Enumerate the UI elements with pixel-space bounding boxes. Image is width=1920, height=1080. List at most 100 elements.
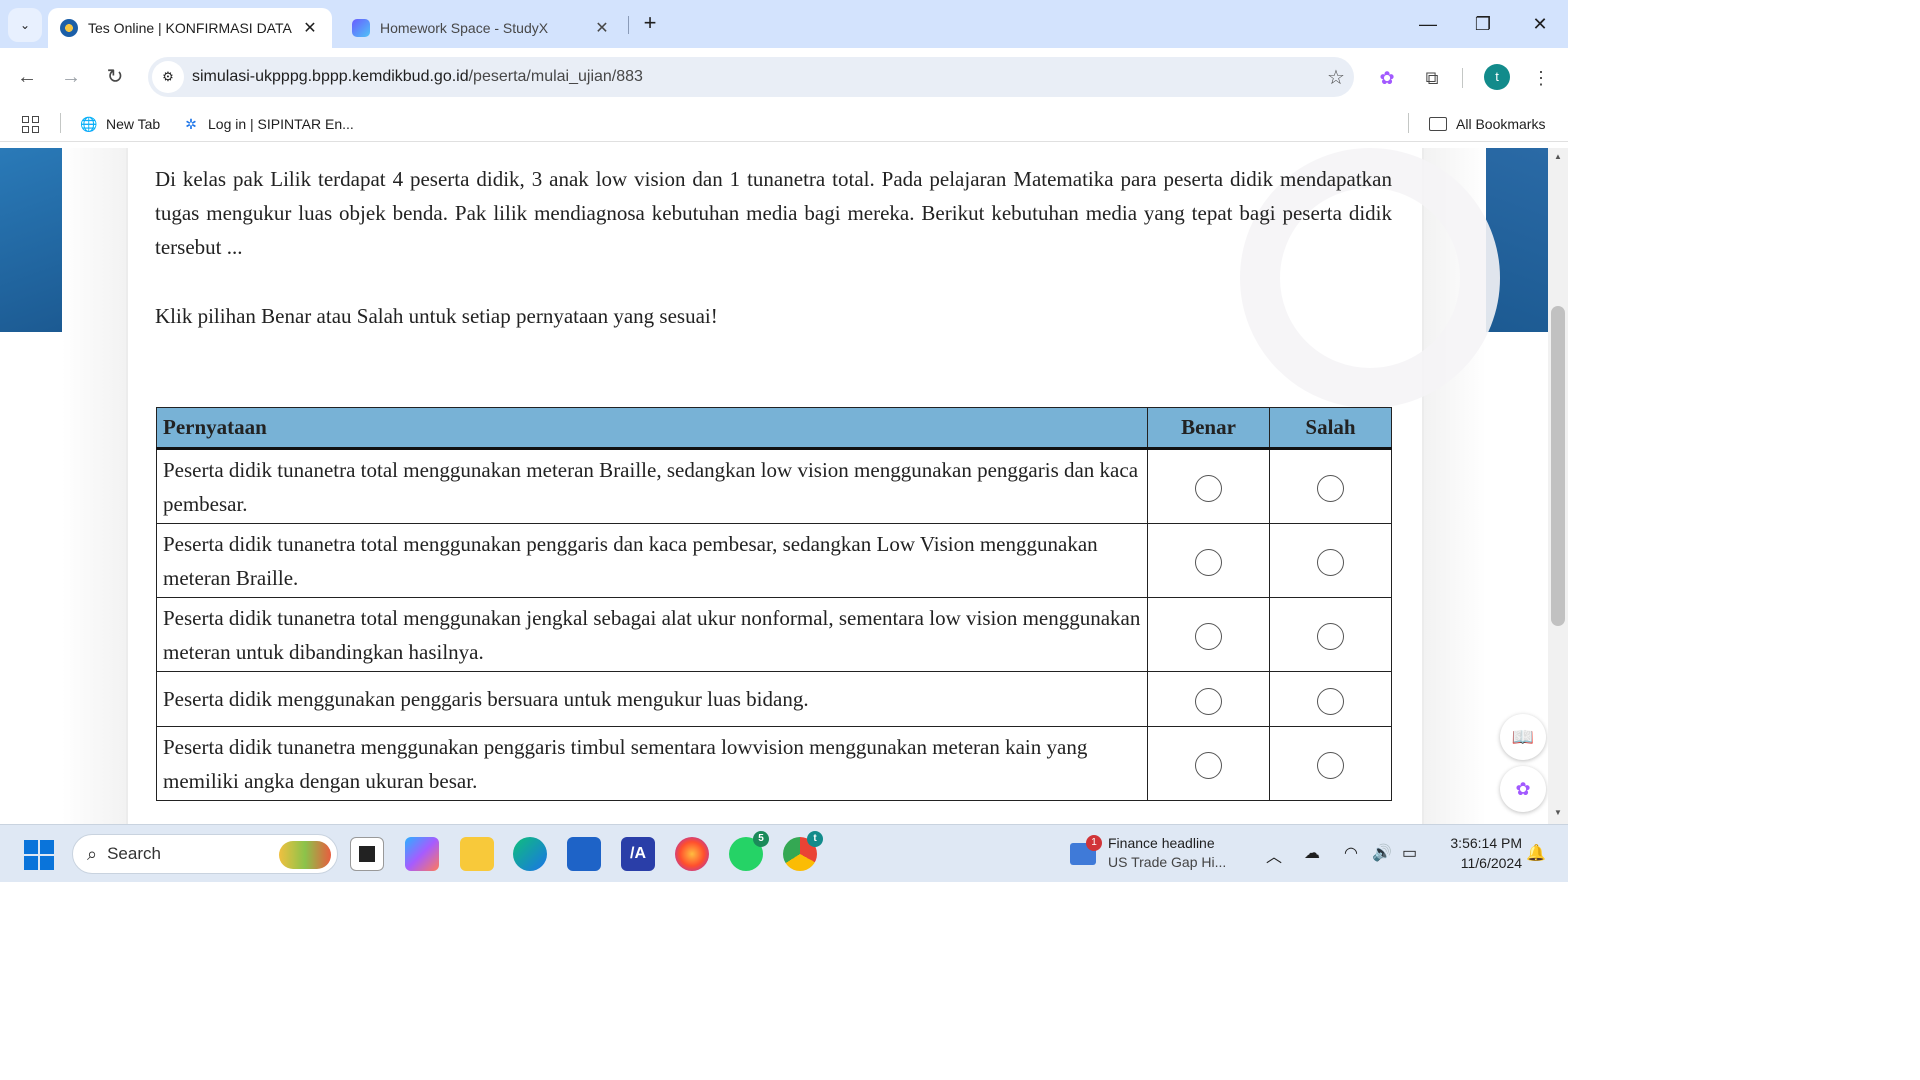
close-window-button[interactable]: ✕ [1512, 8, 1568, 40]
question-text: Di kelas pak Lilik terdapat 4 peserta di… [155, 167, 1392, 259]
instruction-text: Klik pilihan Benar atau Salah untuk seti… [155, 304, 718, 328]
chrome-icon[interactable]: t [783, 831, 823, 871]
profile-avatar[interactable]: t [1484, 64, 1510, 90]
benar-radio[interactable] [1195, 687, 1222, 715]
scrollbar-thumb[interactable] [1551, 306, 1565, 626]
statement-text: Peserta didik tunanetra menggunakan peng… [156, 726, 1148, 801]
apps-grid-icon[interactable] [22, 113, 39, 135]
benar-cell [1147, 671, 1270, 727]
url-path: /peserta/mulai_ujian/883 [468, 68, 643, 85]
sipintar-logo-icon: ✲ [185, 115, 197, 132]
back-button[interactable]: ← [12, 62, 42, 92]
studyx-logo-icon [352, 19, 370, 37]
salah-radio[interactable] [1317, 687, 1344, 715]
extensions-puzzle-icon[interactable]: ⧉ [1418, 64, 1446, 92]
restore-button[interactable]: ❐ [1455, 8, 1511, 40]
news-title: Finance headline [1108, 835, 1215, 851]
onedrive-cloud-icon[interactable]: ☁ [1304, 843, 1320, 863]
app-ma-icon[interactable]: /A [621, 837, 655, 871]
battery-icon[interactable]: ▭ [1402, 843, 1417, 863]
minimize-button[interactable]: — [1400, 8, 1456, 40]
reading-mode-button[interactable]: 📖 [1500, 714, 1546, 760]
benar-radio[interactable] [1195, 549, 1222, 577]
copilot-icon[interactable] [405, 837, 439, 871]
bookmarks-divider [60, 113, 61, 133]
whatsapp-icon[interactable]: 5 [729, 831, 769, 871]
brain-icon: ✿ [1515, 778, 1531, 799]
benar-radio[interactable] [1195, 475, 1222, 503]
reload-button[interactable]: ↻ [100, 62, 130, 92]
whatsapp-badge: 5 [753, 831, 769, 847]
new-tab-button[interactable]: + [638, 10, 662, 38]
search-placeholder: Search [107, 844, 161, 863]
bookmarks-bar: 🌐 New Tab ✲ Log in | SIPINTAR En... All … [0, 106, 1568, 142]
forward-button[interactable]: → [56, 62, 86, 92]
tut-wuri-handayani-logo-icon [60, 19, 78, 37]
benar-cell [1147, 597, 1270, 672]
page-viewport: Di kelas pak Lilik terdapat 4 peserta di… [0, 148, 1548, 824]
file-explorer-icon[interactable] [460, 837, 494, 871]
all-bookmarks-label: All Bookmarks [1456, 116, 1546, 132]
edge-icon[interactable] [513, 837, 547, 871]
search-highlight-image [279, 841, 331, 869]
bookmark-sipintar[interactable]: ✲ Log in | SIPINTAR En... [182, 113, 354, 135]
tab-tes-online[interactable]: Tes Online | KONFIRMASI DATA ✕ [48, 8, 332, 48]
scroll-up-arrow-icon[interactable]: ▲ [1548, 152, 1568, 166]
close-tab-icon[interactable]: ✕ [592, 18, 612, 38]
header-benar: Benar [1147, 407, 1270, 450]
statement-text: Peserta didik tunanetra total menggunaka… [156, 448, 1148, 524]
salah-cell [1269, 597, 1392, 672]
system-clock[interactable]: 3:56:14 PM 11/6/2024 [1436, 833, 1522, 873]
ai-assistant-button[interactable]: ✿ [1500, 766, 1546, 812]
notification-bell-icon[interactable]: 🔔 [1526, 843, 1546, 863]
windows-taskbar: ⌕ Search /A 5 t 1 Finance headline US Tr… [0, 824, 1568, 882]
all-bookmarks-button[interactable]: All Bookmarks [1428, 113, 1545, 135]
windows-start-button[interactable] [24, 840, 54, 870]
tab-search-button[interactable]: ⌄ [8, 8, 42, 42]
firefox-icon[interactable] [675, 837, 709, 871]
task-view-icon[interactable] [350, 837, 384, 871]
benar-radio[interactable] [1195, 752, 1222, 780]
menu-kebab-icon[interactable]: ⋮ [1527, 64, 1555, 92]
volume-icon[interactable]: 🔊 [1372, 843, 1392, 863]
bookmark-new-tab[interactable]: 🌐 New Tab [80, 113, 160, 135]
table-row: Peserta didik tunanetra menggunakan peng… [156, 726, 1392, 801]
tab-title: Homework Space - StudyX [380, 20, 549, 36]
news-widget[interactable]: 1 Finance headline US Trade Gap Hi... [1070, 833, 1270, 875]
benar-cell [1147, 523, 1270, 598]
salah-radio[interactable] [1317, 475, 1344, 503]
tab-separator [628, 16, 629, 34]
salah-radio[interactable] [1317, 623, 1344, 651]
table-row: Peserta didik tunanetra total menggunaka… [156, 523, 1392, 598]
address-bar[interactable]: ⚙ simulasi-ukpppg.bppp.kemdikbud.go.id/p… [148, 57, 1354, 97]
bookmark-star-icon[interactable]: ☆ [1318, 65, 1354, 90]
book-icon: 📖 [1511, 726, 1535, 747]
search-icon: ⌕ [87, 843, 98, 864]
page-scrollbar[interactable]: ▲ ▼ [1548, 148, 1568, 824]
benar-cell [1147, 726, 1270, 801]
site-settings-icon[interactable]: ⚙ [152, 61, 184, 93]
benar-radio[interactable] [1195, 623, 1222, 651]
wifi-icon[interactable]: ◠ [1344, 843, 1358, 863]
bookmarks-divider [1408, 113, 1409, 133]
taskbar-search[interactable]: ⌕ Search [72, 834, 338, 874]
header-salah: Salah [1269, 407, 1392, 450]
chrome-profile-badge: t [807, 831, 823, 847]
table-row: Peserta didik tunanetra total menggunaka… [156, 597, 1392, 672]
salah-radio[interactable] [1317, 549, 1344, 577]
extension-brain-icon[interactable]: ✿ [1373, 64, 1401, 92]
bookmark-label: Log in | SIPINTAR En... [208, 116, 354, 132]
browser-toolbar: ← → ↻ ⚙ simulasi-ukpppg.bppp.kemdikbud.g… [0, 48, 1568, 106]
microsoft-store-icon[interactable] [567, 837, 601, 871]
salah-radio[interactable] [1317, 752, 1344, 780]
url-host: simulasi-ukpppg.bppp.kemdikbud.go.id [192, 68, 469, 85]
url-text[interactable]: simulasi-ukpppg.bppp.kemdikbud.go.id/pes… [192, 68, 1318, 86]
table-header-row: Pernyataan Benar Salah [156, 407, 1392, 450]
header-banner-left [0, 148, 62, 332]
news-badge: 1 [1086, 835, 1102, 851]
salah-cell [1269, 523, 1392, 598]
scroll-down-arrow-icon[interactable]: ▼ [1548, 808, 1568, 822]
close-tab-icon[interactable]: ✕ [300, 18, 320, 38]
tray-overflow-chevron-icon[interactable]: ︿ [1266, 843, 1282, 867]
tab-studyx[interactable]: Homework Space - StudyX ✕ [340, 8, 624, 48]
